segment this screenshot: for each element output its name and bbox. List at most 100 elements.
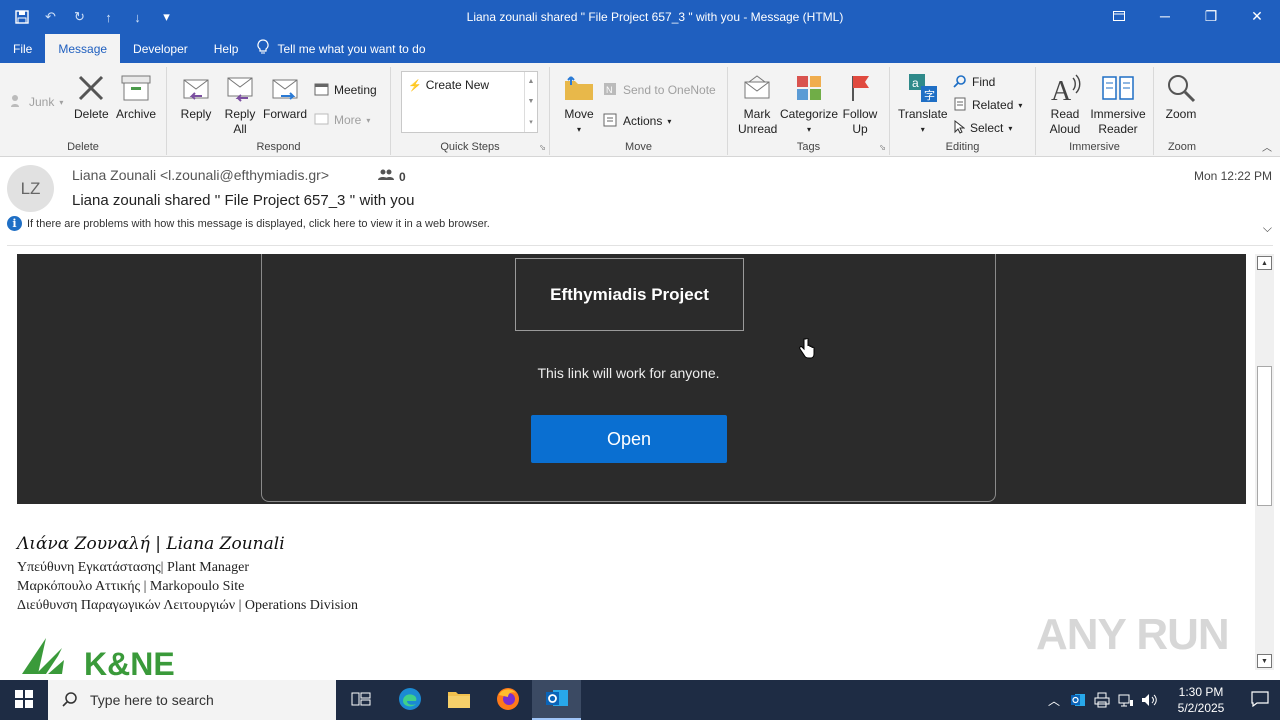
zoom-group-label: Zoom: [1167, 141, 1197, 153]
meeting-label: Meeting: [334, 83, 377, 97]
email-banner: Efthymiadis Project This link will work …: [17, 254, 1246, 504]
tags-group: Mark Unread Categorize ▾ Follow Up Tags …: [728, 67, 890, 155]
tab-message[interactable]: Message: [45, 34, 121, 63]
restore-icon[interactable]: ❐: [1188, 0, 1234, 32]
notifications-button[interactable]: [1240, 680, 1280, 720]
categorize-icon: [792, 71, 826, 105]
archive-button[interactable]: Archive: [116, 71, 156, 122]
reply-all-button[interactable]: Reply All: [222, 71, 258, 137]
open-button[interactable]: Open: [531, 415, 727, 463]
forward-button[interactable]: Forward: [263, 71, 307, 122]
tell-me-label: Tell me what you want to do: [277, 41, 426, 56]
system-tray: ︿ 1:30 PM 5/2/2025: [1042, 680, 1280, 720]
tab-file[interactable]: File: [0, 34, 45, 63]
title-bar: ↶ ↻ ↑ ↓ ▾ Liana zounali shared " File Pr…: [0, 0, 1280, 34]
quick-steps-scroll[interactable]: ▲ ▼ ▾: [524, 72, 537, 132]
actions-label: Actions: [623, 114, 663, 128]
categorize-button[interactable]: Categorize ▾: [780, 71, 838, 137]
read-aloud-button[interactable]: A Read Aloud: [1046, 71, 1084, 137]
junk-icon: [10, 94, 24, 111]
read-aloud-label: Read Aloud: [1049, 107, 1081, 136]
vertical-scrollbar[interactable]: ▲ ▼: [1255, 254, 1274, 670]
svg-text:a: a: [912, 76, 919, 90]
more-label: More: [334, 113, 362, 127]
send-to-onenote-button[interactable]: N Send to OneNote: [603, 81, 716, 99]
collapse-ribbon-icon[interactable]: ︿: [1262, 139, 1272, 154]
quick-steps-gallery[interactable]: ⚡ Create New ▲ ▼ ▾: [401, 71, 538, 133]
taskbar-search-box[interactable]: Type here to search: [48, 680, 336, 720]
junk-button[interactable]: Junk ▾: [10, 93, 63, 111]
forward-icon: [268, 71, 302, 105]
actions-button[interactable]: Actions ▾: [603, 112, 671, 130]
mark-unread-button[interactable]: Mark Unread: [738, 71, 777, 137]
scroll-up-icon[interactable]: ▲: [1257, 256, 1272, 270]
more-respond-button[interactable]: More ▾: [314, 111, 370, 129]
signature-line: Μαρκόπουλο Αττικής | Markopoulo Site: [17, 579, 245, 594]
folder-icon: [447, 689, 471, 712]
translate-button[interactable]: a字 Translate ▾: [898, 71, 948, 137]
find-button[interactable]: Find: [953, 73, 995, 91]
clock[interactable]: 1:30 PM 5/2/2025: [1162, 684, 1240, 716]
search-icon: [62, 691, 78, 710]
respond-group: Reply Reply All Forward Meeting More ▾ R…: [167, 67, 391, 155]
tell-me-box[interactable]: Tell me what you want to do: [257, 34, 426, 63]
avatar[interactable]: LZ: [7, 165, 54, 212]
window-title: Liana zounali shared " File Project 657_…: [466, 10, 844, 24]
tab-help[interactable]: Help: [201, 34, 252, 63]
related-button[interactable]: Related ▾: [953, 96, 1022, 114]
start-button[interactable]: [0, 680, 48, 720]
editing-group-label: Editing: [945, 141, 980, 153]
task-view-button[interactable]: [336, 680, 385, 720]
find-label: Find: [972, 75, 996, 89]
move-button[interactable]: Move ▾: [562, 71, 596, 137]
header-divider: [7, 245, 1273, 246]
quick-steps-launcher-icon[interactable]: ⬂: [539, 143, 546, 152]
volume-icon[interactable]: [1138, 680, 1162, 720]
scroll-down-icon[interactable]: ▼: [1257, 654, 1272, 668]
outlook-icon: [545, 687, 569, 712]
link-note: This link will work for anyone.: [537, 365, 720, 381]
people-count[interactable]: 0: [378, 169, 406, 184]
follow-up-button[interactable]: Follow Up: [840, 71, 880, 137]
archive-icon: [119, 71, 153, 105]
info-bar[interactable]: i If there are problems with how this me…: [7, 216, 490, 231]
zoom-button[interactable]: Zoom: [1164, 71, 1198, 122]
outlook-button[interactable]: [532, 680, 581, 720]
send-to-onenote-label: Send to OneNote: [623, 83, 716, 97]
lightning-icon: ⚡: [408, 79, 422, 92]
archive-label: Archive: [116, 107, 157, 121]
printer-icon[interactable]: [1090, 680, 1114, 720]
select-button[interactable]: Select ▾: [953, 119, 1012, 137]
delete-button[interactable]: Delete: [74, 71, 109, 122]
sender[interactable]: Liana Zounali <l.zounali@efthymiadis.gr>: [72, 167, 329, 183]
svg-text:N: N: [606, 85, 613, 95]
message-header: LZ Liana Zounali <l.zounali@efthymiadis.…: [0, 158, 1280, 248]
scroll-thumb[interactable]: [1257, 366, 1272, 506]
edge-button[interactable]: [385, 680, 434, 720]
firefox-button[interactable]: [483, 680, 532, 720]
immersive-reader-button[interactable]: Immersive Reader: [1088, 71, 1148, 137]
quick-step-create-new[interactable]: ⚡ Create New: [408, 78, 489, 92]
expand-header-icon[interactable]: ⌵: [1263, 221, 1272, 236]
logo-text: K&NE: [84, 646, 175, 680]
categorize-label: Categorize: [780, 107, 839, 121]
minimize-icon[interactable]: ─: [1142, 0, 1188, 32]
move-group-label: Move: [625, 141, 652, 153]
network-icon[interactable]: [1114, 680, 1138, 720]
meeting-button[interactable]: Meeting: [314, 81, 377, 99]
respond-group-label: Respond: [256, 141, 301, 153]
show-hidden-icons-icon[interactable]: ︿: [1042, 680, 1066, 720]
ribbon-display-options-icon[interactable]: [1096, 0, 1142, 32]
tags-launcher-icon[interactable]: ⬂: [879, 143, 886, 152]
onenote-icon: N: [603, 82, 618, 99]
message-subject: Liana zounali shared '' File Project 657…: [72, 192, 415, 209]
immersive-reader-label: Immersive Reader: [1090, 107, 1146, 136]
close-icon[interactable]: ✕: [1234, 0, 1280, 32]
outlook-tray-icon[interactable]: [1066, 680, 1090, 720]
reply-button[interactable]: Reply: [179, 71, 213, 122]
search-placeholder: Type here to search: [90, 692, 214, 708]
file-explorer-button[interactable]: [434, 680, 483, 720]
tab-developer[interactable]: Developer: [120, 34, 201, 63]
flag-icon: [843, 71, 877, 105]
info-bar-text: If there are problems with how this mess…: [27, 217, 490, 230]
